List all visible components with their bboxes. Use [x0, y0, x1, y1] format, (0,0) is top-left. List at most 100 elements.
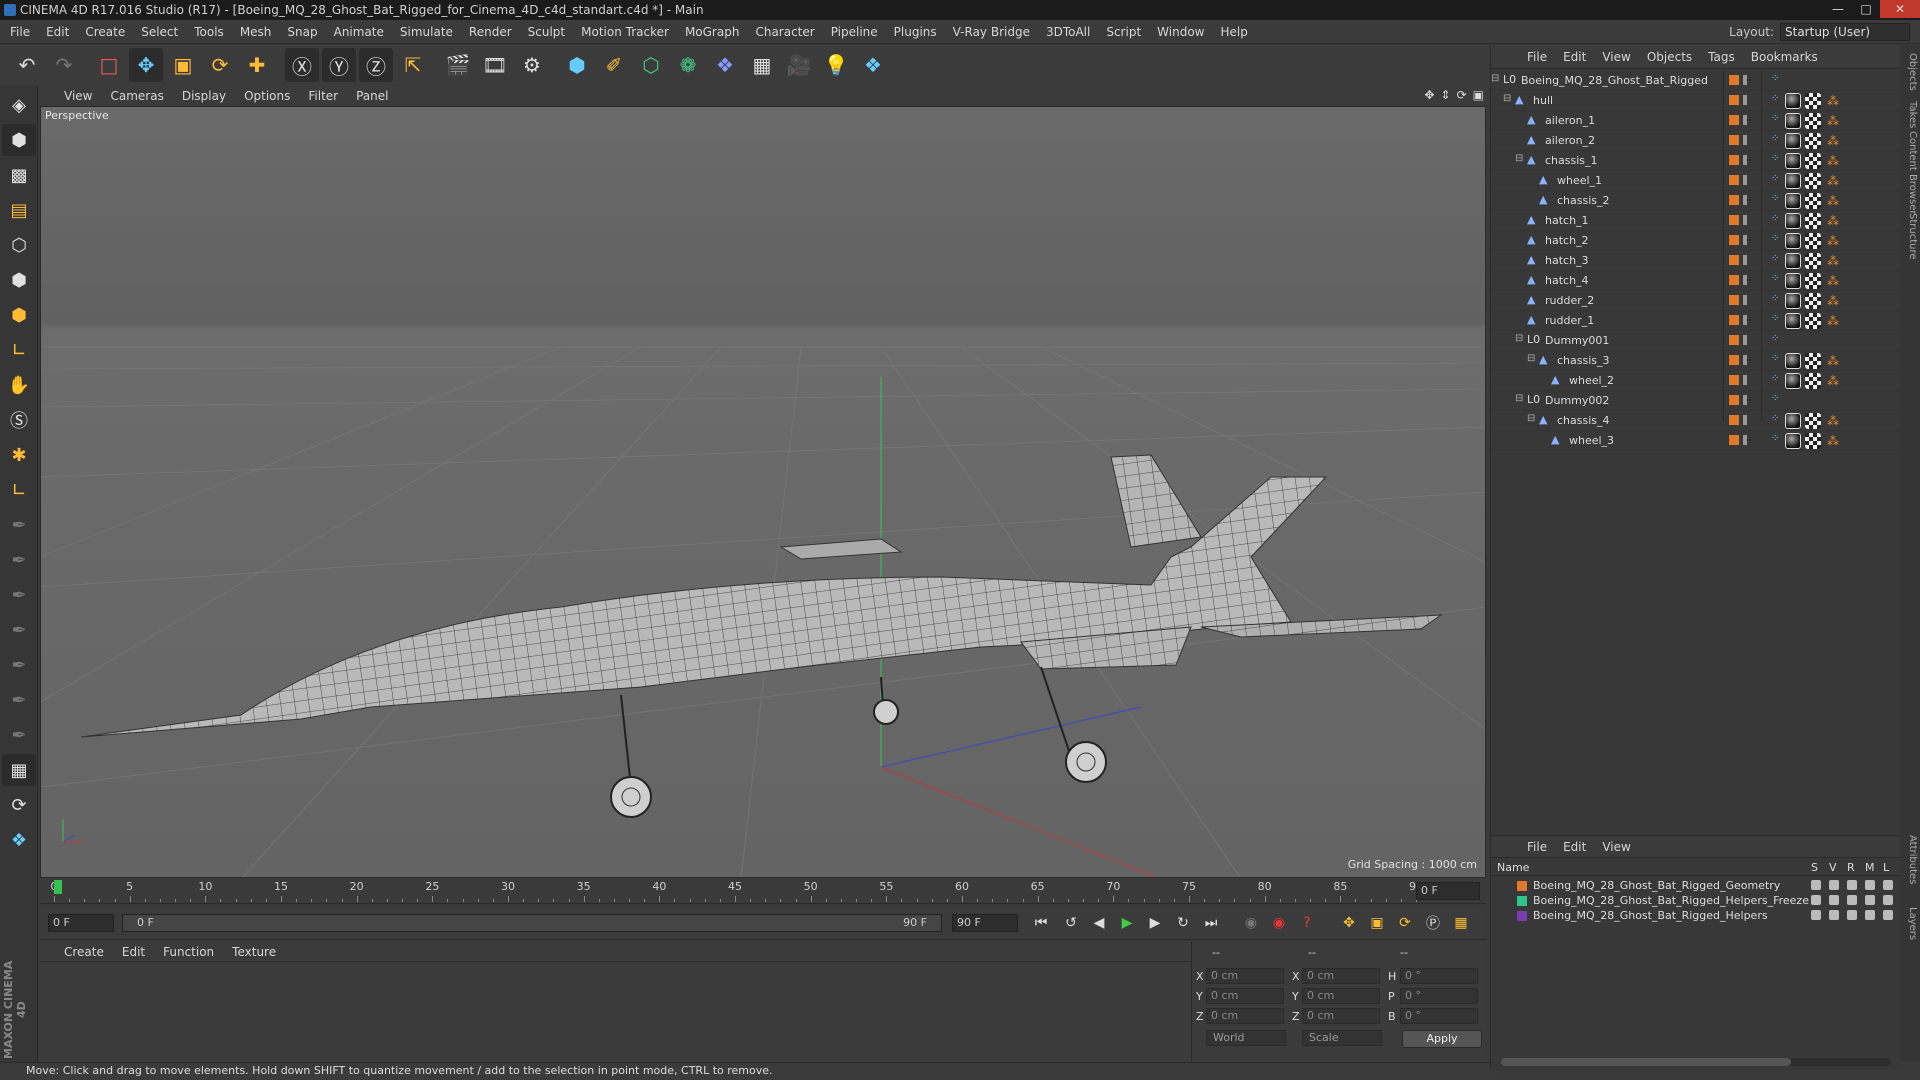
menu-window[interactable]: Window: [1157, 25, 1204, 39]
scale-tool-icon[interactable]: ▣: [166, 48, 200, 82]
side-tab-takes[interactable]: Takes: [1902, 101, 1918, 128]
layer-manager-icon[interactable]: [1865, 880, 1875, 890]
transform-tool-icon[interactable]: ✚: [240, 48, 274, 82]
apply-button[interactable]: Apply: [1402, 1030, 1482, 1048]
viewport-menu-panel[interactable]: Panel: [356, 89, 388, 103]
menu-pipeline[interactable]: Pipeline: [831, 25, 878, 39]
visibility-dots[interactable]: [1743, 95, 1747, 105]
material-tag-icon[interactable]: [1785, 353, 1801, 369]
constraint-tag-icon[interactable]: ⁘: [1771, 273, 1781, 289]
dolly-view-icon[interactable]: ⇕: [1441, 88, 1451, 102]
material-tag-icon[interactable]: [1785, 293, 1801, 309]
menu-create[interactable]: Create: [85, 25, 125, 39]
uvw-tag-icon[interactable]: ⁂: [1825, 273, 1841, 289]
side-tab-layers[interactable]: Layers: [1902, 907, 1918, 940]
constraint-tag-icon[interactable]: ⁘: [1771, 73, 1781, 89]
uvw-tag-icon[interactable]: ⁂: [1825, 293, 1841, 309]
object-menu-view[interactable]: View: [1602, 50, 1630, 64]
layer-render-icon[interactable]: [1847, 880, 1857, 890]
menu-animate[interactable]: Animate: [334, 25, 384, 39]
menu-help[interactable]: Help: [1220, 25, 1247, 39]
object-row[interactable]: ⊟ L0 Dummy002 ⁘: [1491, 391, 1901, 411]
layer-color-swatch[interactable]: [1729, 235, 1739, 245]
constraint-tag-icon[interactable]: ⁘: [1771, 293, 1781, 309]
layout-dropdown[interactable]: Startup (User): [1780, 23, 1910, 41]
object-row[interactable]: ▲ rudder_2 ⁘ ⁂: [1491, 291, 1901, 311]
menu-mograph[interactable]: MoGraph: [685, 25, 740, 39]
object-row[interactable]: ▲ wheel_3 ⁘ ⁂: [1491, 431, 1901, 451]
object-menu-tags[interactable]: Tags: [1708, 50, 1735, 64]
maximize-icon[interactable]: □: [1852, 0, 1880, 18]
sculpt-grid-icon[interactable]: ▦: [2, 754, 36, 786]
menu-snap[interactable]: Snap: [287, 25, 317, 39]
layer-visible-icon[interactable]: [1829, 910, 1839, 920]
material-tag-icon[interactable]: [1785, 413, 1801, 429]
layer-render-icon[interactable]: [1847, 895, 1857, 905]
uvw-tag-icon[interactable]: ⁂: [1825, 93, 1841, 109]
coord-position-field[interactable]: 0 cm: [1206, 1008, 1284, 1024]
sculpt-layer-icon[interactable]: ⟳: [2, 789, 36, 821]
texture-mode-icon[interactable]: ▩: [2, 159, 36, 191]
expand-toggle-icon[interactable]: ⊟: [1515, 393, 1523, 404]
minimize-icon[interactable]: —: [1824, 0, 1852, 18]
object-row[interactable]: ▲ rudder_1 ⁘ ⁂: [1491, 311, 1901, 331]
constraint-tag-icon[interactable]: ⁘: [1771, 353, 1781, 369]
visibility-dots[interactable]: [1743, 115, 1747, 125]
uvw-tag-icon[interactable]: ⁂: [1825, 313, 1841, 329]
texture-tag-icon[interactable]: [1805, 293, 1821, 309]
layer-visible-icon[interactable]: [1829, 895, 1839, 905]
magnet-icon[interactable]: ✱: [2, 439, 36, 471]
layer-manager-icon[interactable]: [1865, 895, 1875, 905]
constraint-tag-icon[interactable]: ⁘: [1771, 433, 1781, 449]
visibility-dots[interactable]: [1743, 135, 1747, 145]
next-key-icon[interactable]: ↻: [1172, 912, 1194, 934]
material-menu-edit[interactable]: Edit: [122, 945, 145, 959]
visibility-dots[interactable]: [1743, 275, 1747, 285]
object-row[interactable]: ▲ hatch_3 ⁘ ⁂: [1491, 251, 1901, 271]
texture-tag-icon[interactable]: [1805, 353, 1821, 369]
visibility-dots[interactable]: [1743, 355, 1747, 365]
layer-color-swatch[interactable]: [1729, 155, 1739, 165]
layer-color-swatch[interactable]: [1729, 175, 1739, 185]
texture-tag-icon[interactable]: [1805, 213, 1821, 229]
layer-menu-file[interactable]: File: [1527, 840, 1547, 854]
object-row[interactable]: ⊟ ▲ chassis_1 ⁘ ⁂: [1491, 151, 1901, 171]
object-row[interactable]: ⊟ ▲ hull ⁘ ⁂: [1491, 91, 1901, 111]
close-icon[interactable]: ✕: [1880, 0, 1920, 18]
object-menu-edit[interactable]: Edit: [1563, 50, 1586, 64]
expand-toggle-icon[interactable]: ⊟: [1527, 413, 1535, 424]
layer-solo-icon[interactable]: [1811, 910, 1821, 920]
material-tag-icon[interactable]: [1785, 173, 1801, 189]
object-row[interactable]: ⊟ L0 Boeing_MQ_28_Ghost_Bat_Rigged ⁘: [1491, 71, 1901, 91]
x-axis-lock-icon[interactable]: Ⓧ: [285, 48, 319, 82]
uvw-tag-icon[interactable]: ⁂: [1825, 413, 1841, 429]
material-tag-icon[interactable]: [1785, 273, 1801, 289]
key-pla-icon[interactable]: ▦: [1450, 912, 1472, 934]
layer-locked-icon[interactable]: [1883, 880, 1893, 890]
constraint-tag-icon[interactable]: ⁘: [1771, 113, 1781, 129]
layer-row[interactable]: Boeing_MQ_28_Ghost_Bat_Rigged_Geometry: [1491, 879, 1901, 894]
texture-tag-icon[interactable]: [1805, 313, 1821, 329]
constraint-tag-icon[interactable]: ⁘: [1771, 253, 1781, 269]
material-tag-icon[interactable]: [1785, 93, 1801, 109]
object-row[interactable]: ▲ wheel_2 ⁘ ⁂: [1491, 371, 1901, 391]
object-menu-bookmarks[interactable]: Bookmarks: [1751, 50, 1818, 64]
constraint-tag-icon[interactable]: ⁘: [1771, 193, 1781, 209]
visibility-dots[interactable]: [1743, 235, 1747, 245]
material-tag-icon[interactable]: [1785, 213, 1801, 229]
menu-mesh[interactable]: Mesh: [240, 25, 272, 39]
menu-tools[interactable]: Tools: [194, 25, 224, 39]
side-tab-objects[interactable]: Objects: [1902, 53, 1918, 91]
timeline-ruler[interactable]: 051015202530354045505560657075808590 0 F: [40, 878, 1486, 904]
snap-icon[interactable]: Ⓢ: [2, 404, 36, 436]
visibility-dots[interactable]: [1743, 155, 1747, 165]
material-tag-icon[interactable]: [1785, 193, 1801, 209]
visibility-dots[interactable]: [1743, 75, 1747, 85]
layer-color-swatch[interactable]: [1729, 335, 1739, 345]
python-icon[interactable]: ❖: [856, 48, 890, 82]
texture-tag-icon[interactable]: [1805, 253, 1821, 269]
visibility-dots[interactable]: [1743, 215, 1747, 225]
cloner-icon[interactable]: ❁: [671, 48, 705, 82]
uvw-tag-icon[interactable]: ⁂: [1825, 253, 1841, 269]
layer-solo-icon[interactable]: [1811, 895, 1821, 905]
